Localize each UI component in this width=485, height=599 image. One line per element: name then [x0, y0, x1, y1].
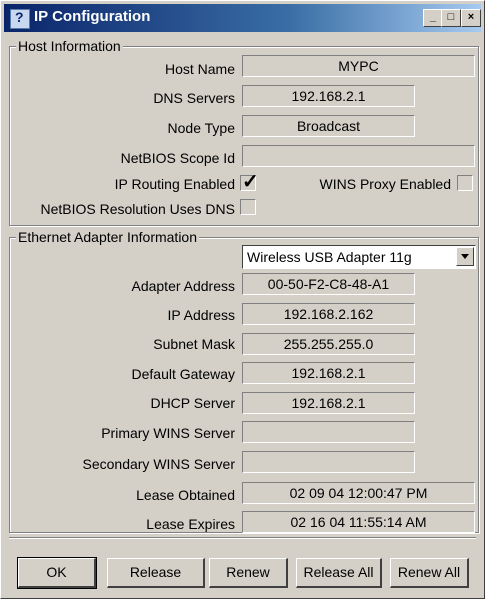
primary-wins-label: Primary WINS Server [101, 425, 235, 441]
subnet-mask-field: 255.255.255.0 [242, 333, 415, 355]
adapter-address-field: 00-50-F2-C8-48-A1 [242, 273, 415, 295]
maximize-button[interactable]: □ [441, 9, 461, 27]
wins-proxy-checkbox[interactable] [457, 175, 473, 191]
netbios-scope-field [242, 145, 475, 167]
primary-wins-field [242, 421, 415, 443]
ip-address-field: 192.168.2.162 [242, 303, 415, 325]
button-separator [9, 537, 476, 539]
network-config-icon [10, 9, 30, 29]
minimize-icon: _ [429, 11, 437, 23]
chevron-down-icon[interactable] [456, 247, 474, 266]
maximize-icon: □ [447, 11, 455, 23]
host-name-label: Host Name [164, 61, 235, 77]
lease-obtained-field: 02 09 04 12:00:47 PM [242, 482, 475, 504]
default-gateway-field: 192.168.2.1 [242, 362, 415, 384]
dhcp-server-label: DHCP Server [150, 395, 235, 411]
host-name-field: MYPC [242, 55, 475, 77]
lease-obtained-label: Lease Obtained [136, 487, 235, 503]
ip-configuration-window: IP Configuration _ □ × Host Information … [0, 0, 485, 599]
adapter-address-label: Adapter Address [131, 278, 235, 294]
dns-servers-label: DNS Servers [153, 90, 235, 106]
lease-expires-label: Lease Expires [146, 516, 235, 532]
close-button[interactable]: × [461, 9, 481, 27]
ip-routing-checkbox[interactable]: ✓ [240, 171, 259, 193]
secondary-wins-label: Secondary WINS Server [82, 456, 236, 472]
window-title: IP Configuration [34, 8, 151, 25]
ip-routing-label: IP Routing Enabled [114, 176, 235, 192]
netbios-resolution-label: NetBIOS Resolution Uses DNS [40, 201, 235, 217]
dns-servers-field: 192.168.2.1 [242, 85, 415, 107]
adapter-select[interactable]: Wireless USB Adapter 11g [242, 245, 476, 269]
checkmark-icon: ✓ [242, 171, 259, 193]
close-icon: × [467, 11, 475, 23]
node-type-field: Broadcast [242, 115, 415, 137]
netbios-resolution-checkbox[interactable] [240, 199, 256, 215]
release-all-button[interactable]: Release All [296, 558, 382, 588]
netbios-scope-label: NetBIOS Scope Id [120, 150, 235, 166]
ok-button[interactable]: OK [17, 557, 97, 589]
subnet-mask-label: Subnet Mask [153, 336, 235, 352]
default-gateway-label: Default Gateway [131, 366, 236, 382]
lease-expires-field: 02 16 04 11:55:14 AM [242, 511, 475, 533]
host-information-title: Host Information [16, 38, 123, 54]
release-button[interactable]: Release [107, 558, 205, 588]
renew-button[interactable]: Renew [209, 558, 288, 588]
wins-proxy-label: WINS Proxy Enabled [319, 176, 452, 192]
title-bar[interactable]: IP Configuration _ □ × [4, 4, 481, 32]
adapter-select-value: Wireless USB Adapter 11g [247, 249, 412, 265]
minimize-button[interactable]: _ [423, 9, 443, 27]
secondary-wins-field [242, 451, 415, 473]
renew-all-button[interactable]: Renew All [390, 558, 469, 588]
ip-address-label: IP Address [167, 307, 235, 323]
node-type-label: Node Type [167, 120, 235, 136]
dhcp-server-field: 192.168.2.1 [242, 392, 415, 414]
adapter-information-title: Ethernet Adapter Information [16, 229, 199, 245]
